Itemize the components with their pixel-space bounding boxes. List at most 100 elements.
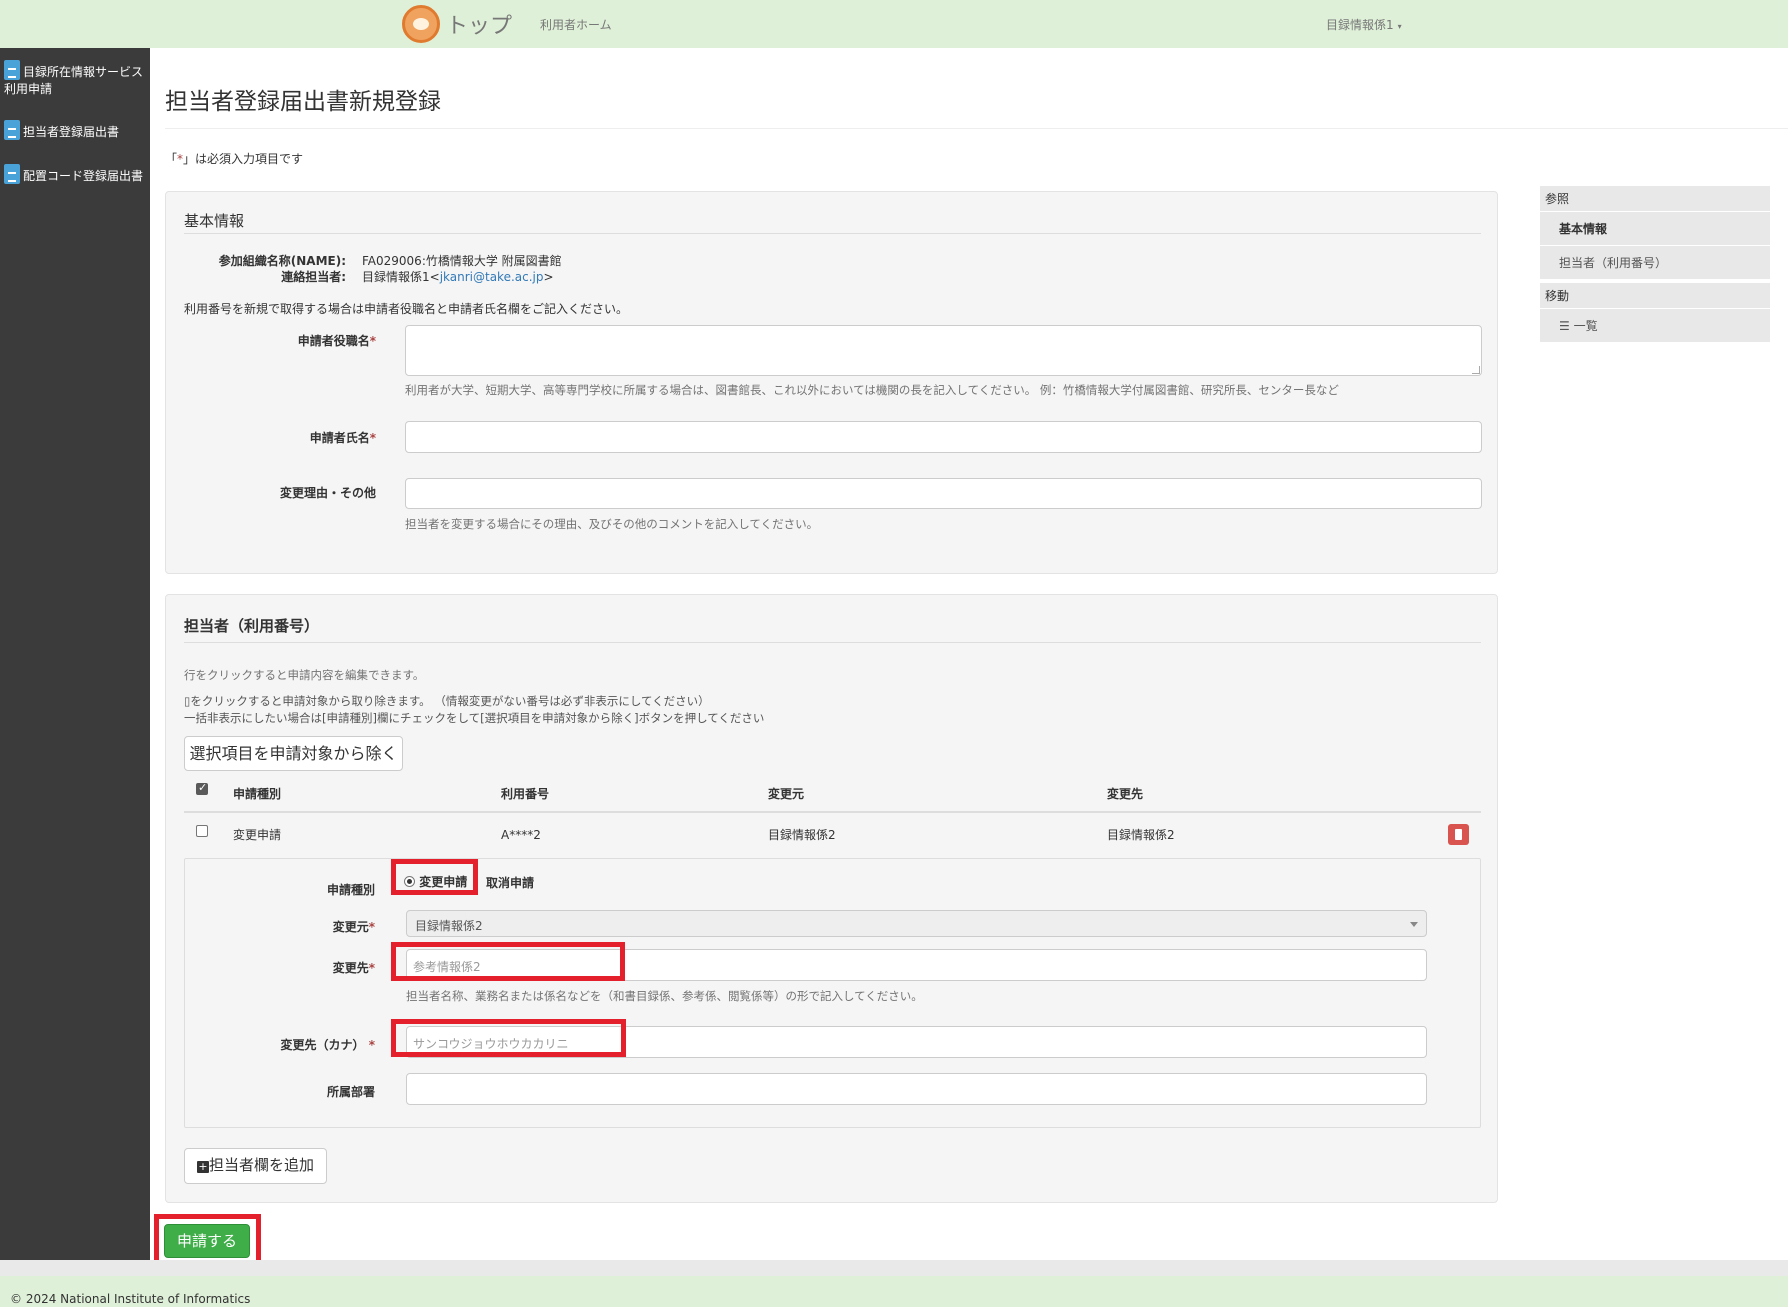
document-icon <box>4 120 20 140</box>
page-title: 担当者登録届出書新規登録 <box>165 89 441 115</box>
required-star: * <box>368 1038 375 1052</box>
resize-handle[interactable] <box>1472 366 1480 374</box>
submit-button[interactable]: 申請する <box>164 1224 250 1258</box>
sidebar-item-staff-registration[interactable]: 担当者登録届出書 <box>4 120 148 141</box>
divider <box>165 128 1788 129</box>
highlight-box <box>391 1019 626 1057</box>
applicant-name-input[interactable] <box>405 421 1482 453</box>
caret-down-icon: ▾ <box>1397 22 1402 31</box>
edit-to-label: 変更先* <box>195 959 375 976</box>
document-icon <box>4 60 20 80</box>
row-checkbox[interactable] <box>196 825 208 837</box>
basic-info-panel: 基本情報 参加組織名称(NAME): FA029006:竹橋情報大学 附属図書館… <box>165 191 1498 574</box>
required-note: 「*」は必須入力項目です <box>165 150 303 167</box>
applicant-name-label: 申請者氏名* <box>186 429 376 446</box>
ref-heading: 参照 <box>1540 186 1770 211</box>
dept-input[interactable] <box>406 1073 1427 1105</box>
contact-email-link[interactable]: jkanri@take.ac.jp <box>440 270 544 284</box>
col-header-number: 利用番号 <box>501 787 550 801</box>
cell-number: A****2 <box>501 828 541 842</box>
applicant-title-label: 申請者役職名* <box>186 332 376 349</box>
col-header-from: 変更元 <box>768 787 805 801</box>
staff-note-bulk: 一括非表示にしたい場合は[申請種別]欄にチェックをして[選択項目を申請対象から除… <box>184 711 765 725</box>
user-menu[interactable]: 目録情報係1 ▾ <box>1326 16 1402 33</box>
dropdown-arrow-icon <box>1410 922 1418 927</box>
edit-kana-label-text: 変更先（カナ） <box>280 1038 365 1052</box>
from-select[interactable]: 目録情報係2 <box>406 910 1427 937</box>
cat-logo-icon <box>402 5 440 43</box>
contact-label: 連絡担当者: <box>281 270 346 284</box>
contact-close: > <box>543 270 554 284</box>
edit-from-label-text: 変更元 <box>332 920 369 934</box>
move-heading: 移動 <box>1540 283 1770 308</box>
add-staff-button[interactable]: +担当者欄を追加 <box>184 1148 327 1184</box>
edit-to-label-text: 変更先 <box>332 961 369 975</box>
add-staff-label: 担当者欄を追加 <box>208 1156 314 1174</box>
staff-note-edit: 行をクリックすると申請内容を編集できます。 <box>184 668 425 682</box>
right-nav: 参照 基本情報 担当者（利用番号） 移動 ☰ 一覧 <box>1540 186 1770 342</box>
edit-kana-label: 変更先（カナ） * <box>195 1036 375 1053</box>
copyright: © 2024 National Institute of Informatics <box>10 1292 251 1306</box>
required-star: * <box>368 920 375 934</box>
footer: © 2024 National Institute of Informatics <box>0 1276 1788 1307</box>
sidebar: 目録所在情報サービス利用申請 担当者登録届出書 配置コード登録届出書 <box>0 48 150 1260</box>
select-all-checkbox[interactable] <box>196 781 208 795</box>
footer-strip <box>0 1260 1788 1276</box>
required-star: * <box>369 431 376 445</box>
edit-type-label: 申請種別 <box>326 883 375 897</box>
divider <box>184 642 1481 643</box>
cell-type: 変更申請 <box>233 828 282 842</box>
divider <box>184 233 1481 234</box>
applicant-name-label-text: 申請者氏名 <box>309 431 370 445</box>
contact-value: 目録情報係1<jkanri@take.ac.jp> <box>362 268 554 285</box>
cell-from: 目録情報係2 <box>768 828 836 842</box>
highlight-box <box>391 859 478 895</box>
required-note-open: 「 <box>165 152 178 166</box>
nav-home-link[interactable]: 利用者ホーム <box>540 16 612 33</box>
radio-cancel-label: 取消申請 <box>486 876 535 890</box>
org-label: 参加組織名称(NAME): <box>218 254 346 268</box>
brand-text: トップ <box>446 14 513 39</box>
row-edit-panel: 申請種別 変更申請 取消申請 変更元* 目録情報係2 変更先* 参考情報係2 担… <box>184 858 1481 1128</box>
col-header-to: 変更先 <box>1107 787 1144 801</box>
applicant-title-label-text: 申請者役職名 <box>297 334 370 348</box>
user-menu-label: 目録情報係1 <box>1326 18 1394 32</box>
sidebar-item-location-code[interactable]: 配置コード登録届出書 <box>4 164 148 185</box>
radio-cancel[interactable]: 取消申請 <box>486 874 534 891</box>
move-item-list-label: 一覧 <box>1573 319 1598 333</box>
edit-dept-label: 所属部署 <box>326 1085 375 1099</box>
required-star: * <box>368 961 375 975</box>
col-header-type: 申請種別 <box>233 787 282 801</box>
staff-legend: 担当者（利用番号） <box>184 617 320 635</box>
reason-help: 担当者を変更する場合にその理由、及びその他のコメントを記入してください。 <box>405 517 819 531</box>
ref-item-basic-info[interactable]: 基本情報 <box>1540 211 1770 245</box>
trash-icon[interactable] <box>1448 824 1469 845</box>
list-icon: ☰ <box>1559 319 1574 333</box>
sidebar-item-label: 配置コード登録届出書 <box>23 169 144 183</box>
reason-input[interactable] <box>405 478 1482 509</box>
reason-label: 変更理由・その他 <box>279 486 376 500</box>
staff-panel: 担当者（利用番号） 行をクリックすると申請内容を編集できます。 ▯をクリックする… <box>165 594 1498 1203</box>
highlight-box <box>391 942 625 981</box>
document-icon <box>4 164 20 184</box>
to-help: 担当者名称、業務名または係名などを（和書目録係、参考係、閲覧係等）の形で記入して… <box>406 989 923 1003</box>
move-item-list[interactable]: ☰ 一覧 <box>1540 308 1770 342</box>
sidebar-item-service-application[interactable]: 目録所在情報サービス利用申請 <box>4 60 148 98</box>
basic-info-legend: 基本情報 <box>184 212 245 230</box>
plus-square-icon: + <box>196 1160 209 1173</box>
applicant-title-textarea[interactable] <box>405 325 1482 376</box>
brand-link[interactable]: トップ <box>402 5 512 43</box>
edit-from-label: 変更元* <box>195 918 375 935</box>
required-star: * <box>369 334 376 348</box>
applicant-title-help: 利用者が大学、短期大学、高等専門学校に所属する場合は、図書館長、これ以外において… <box>405 383 1339 397</box>
contact-name: 目録情報係1< <box>362 270 440 284</box>
sidebar-item-label: 担当者登録届出書 <box>23 125 120 139</box>
instruction-text: 利用番号を新規で取得する場合は申請者役職名と申請者氏名欄をご記入ください。 <box>184 302 629 316</box>
top-navbar: トップ 利用者ホーム 目録情報係1 ▾ <box>0 0 1788 48</box>
sidebar-item-label: 目録所在情報サービス利用申請 <box>4 65 144 96</box>
staff-note-remove: ▯をクリックすると申請対象から取り除きます。 （情報変更がない番号は必ず非表示に… <box>184 694 710 708</box>
ref-item-staff[interactable]: 担当者（利用番号） <box>1540 245 1770 279</box>
remove-selected-button[interactable]: 選択項目を申請対象から除く <box>184 736 403 771</box>
org-value: FA029006:竹橋情報大学 附属図書館 <box>362 254 562 268</box>
table-header-rule <box>184 811 1481 813</box>
